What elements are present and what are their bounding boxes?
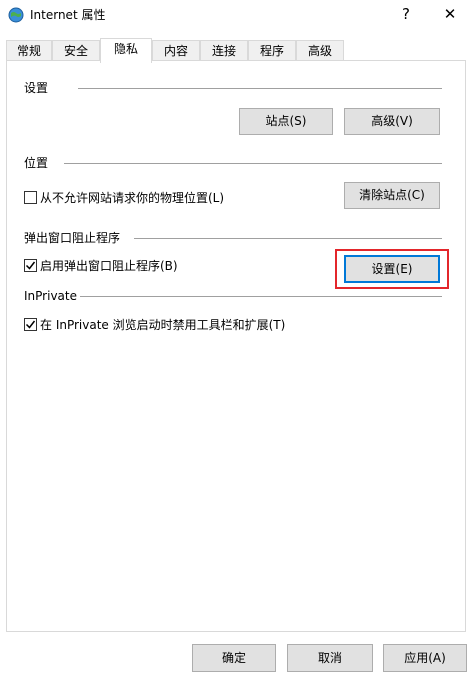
popup-blocker-divider (134, 238, 442, 239)
tab-connections[interactable]: 连接 (200, 40, 248, 61)
popup-blocker-group-label: 弹出窗口阻止程序 (24, 230, 121, 246)
window-title: Internet 属性 (30, 8, 106, 22)
location-divider (64, 163, 442, 164)
tab-security[interactable]: 安全 (52, 40, 100, 61)
checkmark-icon (25, 261, 36, 270)
ok-button[interactable]: 确定 (192, 644, 276, 672)
popup-blocker-settings-button[interactable]: 设置(E) (344, 255, 440, 283)
settings-divider (78, 88, 442, 89)
disable-toolbars-checkbox[interactable] (24, 318, 37, 331)
apply-button[interactable]: 应用(A) (383, 644, 467, 672)
close-button[interactable]: ✕ (432, 2, 468, 26)
cancel-button[interactable]: 取消 (287, 644, 373, 672)
disable-toolbars-label: 在 InPrivate 浏览启动时禁用工具栏和扩展(T) (40, 318, 286, 332)
never-allow-location-label: 从不允许网站请求你的物理位置(L) (40, 191, 225, 205)
privacy-panel (6, 60, 466, 632)
sites-button[interactable]: 站点(S) (239, 108, 333, 135)
settings-group-label: 设置 (24, 80, 49, 96)
tab-programs[interactable]: 程序 (248, 40, 296, 61)
enable-popup-blocker-label: 启用弹出窗口阻止程序(B) (40, 259, 178, 273)
tab-general[interactable]: 常规 (6, 40, 52, 61)
tab-strip: 常规 安全 隐私 内容 连接 程序 高级 (6, 38, 468, 63)
tab-content[interactable]: 内容 (152, 40, 200, 61)
clear-sites-button[interactable]: 清除站点(C) (344, 182, 440, 209)
inprivate-group-label: InPrivate (24, 288, 77, 304)
location-group-label: 位置 (24, 155, 49, 171)
checkmark-icon (25, 320, 36, 329)
inprivate-divider (80, 296, 442, 297)
never-allow-location-checkbox[interactable] (24, 191, 37, 204)
internet-globe-icon (8, 7, 24, 23)
tab-privacy[interactable]: 隐私 (100, 38, 152, 63)
title-bar: Internet 属性 ? ✕ (0, 0, 474, 30)
enable-popup-blocker-checkbox[interactable] (24, 259, 37, 272)
advanced-settings-button[interactable]: 高级(V) (344, 108, 440, 135)
tab-advanced[interactable]: 高级 (296, 40, 344, 61)
help-button[interactable]: ? (388, 2, 424, 26)
